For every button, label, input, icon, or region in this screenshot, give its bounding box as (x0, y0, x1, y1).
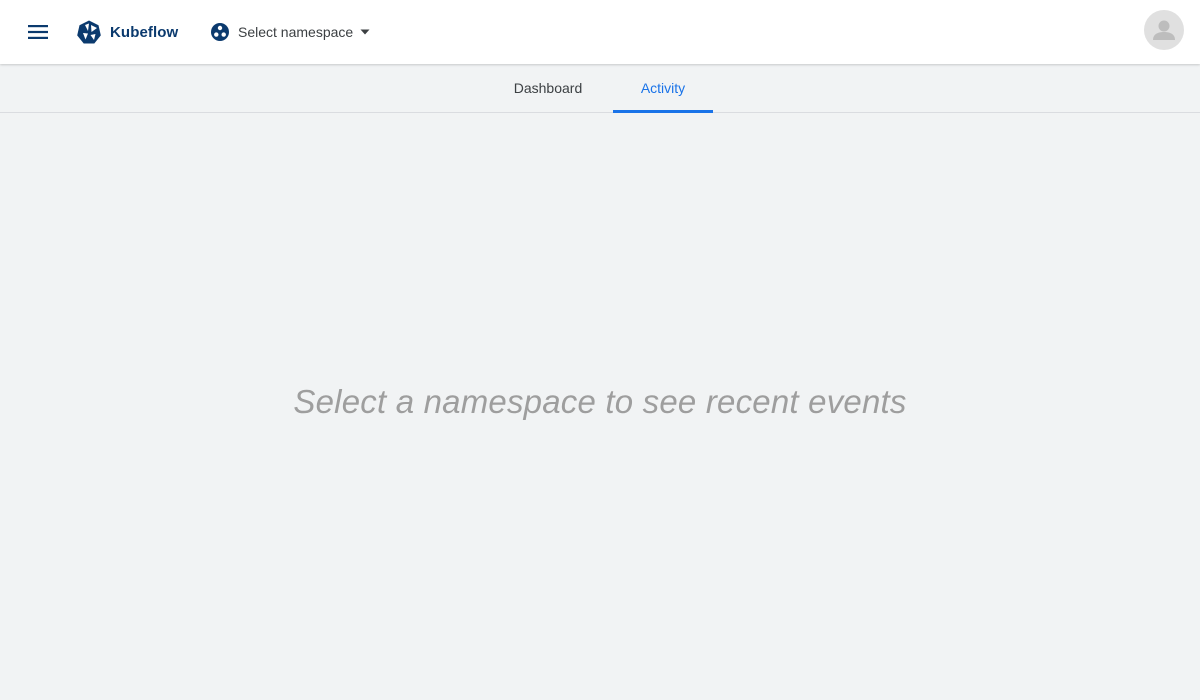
menu-icon (28, 25, 48, 39)
namespace-icon (211, 23, 229, 41)
kubeflow-logo-icon (77, 20, 101, 44)
namespace-selector[interactable]: Select namespace (210, 20, 371, 44)
account-circle-icon (1153, 20, 1175, 40)
activity-panel: Select a namespace to see recent events (0, 113, 1200, 700)
tab-bar: Dashboard Activity (0, 64, 1200, 113)
kubeflow-logo[interactable]: Kubeflow (76, 19, 178, 45)
tab-dashboard[interactable]: Dashboard (498, 64, 598, 112)
arrow-drop-down-icon (360, 29, 370, 35)
user-avatar[interactable] (1144, 10, 1184, 50)
top-header: Kubeflow Select namespace (0, 0, 1200, 64)
app-name: Kubeflow (110, 23, 179, 41)
tab-activity[interactable]: Activity (613, 64, 713, 113)
namespace-caret (359, 26, 371, 38)
menu-button[interactable] (22, 16, 54, 48)
app-root: Kubeflow Select namespace Dashboard Acti… (0, 0, 1200, 700)
namespace-selector-label: Select namespace (238, 24, 354, 40)
empty-state-message: Select a namespace to see recent events (293, 383, 907, 420)
